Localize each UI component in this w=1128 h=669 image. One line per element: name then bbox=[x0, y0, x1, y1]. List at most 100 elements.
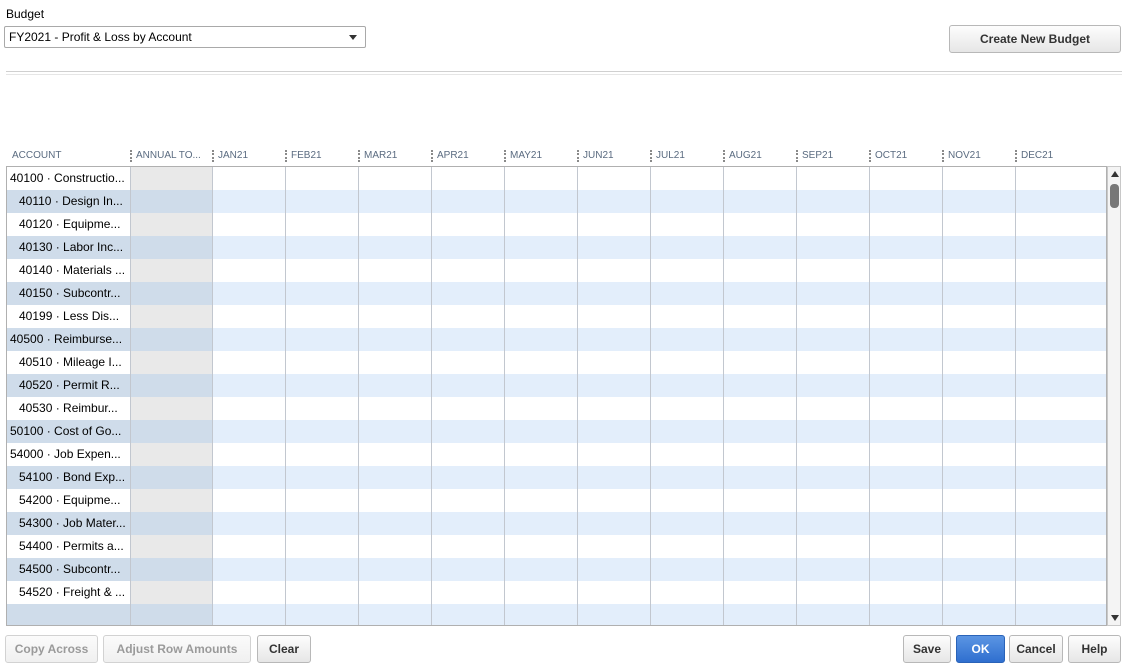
copy-across-button[interactable]: Copy Across bbox=[5, 635, 98, 663]
annual-total-cell[interactable] bbox=[131, 581, 213, 604]
month-cell[interactable] bbox=[797, 558, 870, 581]
month-cell[interactable] bbox=[432, 512, 505, 535]
annual-total-cell[interactable] bbox=[131, 190, 213, 213]
annual-total-cell[interactable] bbox=[131, 466, 213, 489]
month-cell[interactable] bbox=[1016, 512, 1107, 535]
month-cell[interactable] bbox=[359, 581, 432, 604]
month-cell[interactable] bbox=[359, 420, 432, 443]
month-cell[interactable] bbox=[724, 397, 797, 420]
account-cell[interactable]: 54400 · Permits a... bbox=[7, 535, 131, 558]
month-cell[interactable] bbox=[359, 167, 432, 190]
month-cell[interactable] bbox=[286, 466, 359, 489]
month-cell[interactable] bbox=[505, 420, 578, 443]
month-cell[interactable] bbox=[943, 581, 1016, 604]
month-cell[interactable] bbox=[213, 213, 286, 236]
column-header[interactable]: DEC21 bbox=[1015, 146, 1107, 166]
month-cell[interactable] bbox=[651, 236, 724, 259]
month-cell[interactable] bbox=[578, 489, 651, 512]
month-cell[interactable] bbox=[651, 420, 724, 443]
month-cell[interactable] bbox=[943, 259, 1016, 282]
month-cell[interactable] bbox=[505, 167, 578, 190]
table-row[interactable]: 54520 · Freight & ... bbox=[7, 581, 1107, 604]
month-cell[interactable] bbox=[359, 466, 432, 489]
month-cell[interactable] bbox=[797, 167, 870, 190]
month-cell[interactable] bbox=[432, 213, 505, 236]
month-cell[interactable] bbox=[651, 581, 724, 604]
month-cell[interactable] bbox=[943, 466, 1016, 489]
month-cell[interactable] bbox=[870, 489, 943, 512]
month-cell[interactable] bbox=[1016, 466, 1107, 489]
annual-total-cell[interactable] bbox=[131, 167, 213, 190]
month-cell[interactable] bbox=[578, 167, 651, 190]
month-cell[interactable] bbox=[432, 581, 505, 604]
month-cell[interactable] bbox=[286, 397, 359, 420]
month-cell[interactable] bbox=[359, 351, 432, 374]
month-cell[interactable] bbox=[286, 535, 359, 558]
month-cell[interactable] bbox=[432, 167, 505, 190]
account-cell[interactable]: 40140 · Materials ... bbox=[7, 259, 131, 282]
month-cell[interactable] bbox=[359, 236, 432, 259]
month-cell[interactable] bbox=[578, 190, 651, 213]
column-resize-handle[interactable] bbox=[869, 150, 871, 162]
month-cell[interactable] bbox=[432, 397, 505, 420]
month-cell[interactable] bbox=[1016, 420, 1107, 443]
month-cell[interactable] bbox=[359, 328, 432, 351]
month-cell[interactable] bbox=[724, 581, 797, 604]
month-cell[interactable] bbox=[797, 512, 870, 535]
budget-grid[interactable]: 40100 · Constructio...40110 · Design In.… bbox=[6, 166, 1107, 626]
account-cell[interactable]: 54100 · Bond Exp... bbox=[7, 466, 131, 489]
month-cell[interactable] bbox=[578, 374, 651, 397]
annual-total-cell[interactable] bbox=[131, 535, 213, 558]
column-header[interactable]: MAR21 bbox=[358, 146, 431, 166]
month-cell[interactable] bbox=[505, 374, 578, 397]
annual-total-cell[interactable] bbox=[131, 604, 213, 626]
annual-total-cell[interactable] bbox=[131, 443, 213, 466]
month-cell[interactable] bbox=[724, 374, 797, 397]
month-cell[interactable] bbox=[724, 466, 797, 489]
month-cell[interactable] bbox=[578, 604, 651, 626]
table-row[interactable] bbox=[7, 604, 1107, 626]
month-cell[interactable] bbox=[651, 604, 724, 626]
month-cell[interactable] bbox=[797, 489, 870, 512]
month-cell[interactable] bbox=[870, 466, 943, 489]
month-cell[interactable] bbox=[724, 213, 797, 236]
month-cell[interactable] bbox=[943, 489, 1016, 512]
month-cell[interactable] bbox=[286, 282, 359, 305]
month-cell[interactable] bbox=[286, 374, 359, 397]
column-resize-handle[interactable] bbox=[431, 150, 433, 162]
month-cell[interactable] bbox=[359, 190, 432, 213]
month-cell[interactable] bbox=[797, 190, 870, 213]
month-cell[interactable] bbox=[651, 512, 724, 535]
month-cell[interactable] bbox=[724, 236, 797, 259]
column-header[interactable]: MAY21 bbox=[504, 146, 577, 166]
table-row[interactable]: 40520 · Permit R... bbox=[7, 374, 1107, 397]
month-cell[interactable] bbox=[432, 259, 505, 282]
month-cell[interactable] bbox=[943, 443, 1016, 466]
annual-total-cell[interactable] bbox=[131, 351, 213, 374]
month-cell[interactable] bbox=[286, 581, 359, 604]
table-row[interactable]: 40120 · Equipme... bbox=[7, 213, 1107, 236]
month-cell[interactable] bbox=[286, 604, 359, 626]
month-cell[interactable] bbox=[870, 213, 943, 236]
month-cell[interactable] bbox=[1016, 167, 1107, 190]
month-cell[interactable] bbox=[505, 489, 578, 512]
month-cell[interactable] bbox=[505, 604, 578, 626]
month-cell[interactable] bbox=[870, 512, 943, 535]
ok-button[interactable]: OK bbox=[956, 635, 1005, 663]
month-cell[interactable] bbox=[359, 397, 432, 420]
month-cell[interactable] bbox=[213, 420, 286, 443]
month-cell[interactable] bbox=[870, 604, 943, 626]
month-cell[interactable] bbox=[651, 213, 724, 236]
month-cell[interactable] bbox=[505, 213, 578, 236]
month-cell[interactable] bbox=[213, 328, 286, 351]
column-header[interactable]: JUN21 bbox=[577, 146, 650, 166]
scroll-up-icon[interactable] bbox=[1111, 171, 1119, 177]
help-button[interactable]: Help bbox=[1068, 635, 1121, 663]
month-cell[interactable] bbox=[870, 351, 943, 374]
account-cell[interactable]: 40120 · Equipme... bbox=[7, 213, 131, 236]
table-row[interactable]: 40100 · Constructio... bbox=[7, 167, 1107, 190]
month-cell[interactable] bbox=[286, 512, 359, 535]
month-cell[interactable] bbox=[797, 466, 870, 489]
month-cell[interactable] bbox=[651, 351, 724, 374]
month-cell[interactable] bbox=[797, 236, 870, 259]
